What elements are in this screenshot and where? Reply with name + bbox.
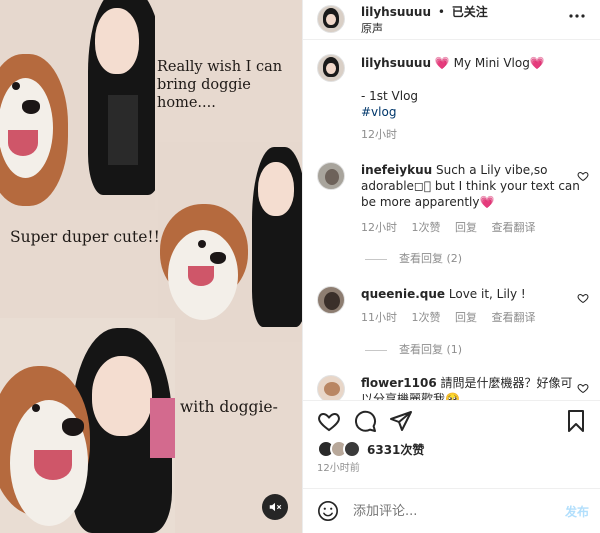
speaker-muted-icon xyxy=(269,502,282,512)
photo-dog-girl-3 xyxy=(0,318,175,533)
caption-cute: Super duper cute!! xyxy=(10,228,160,246)
view-replies-label: 查看回复 (1) xyxy=(399,343,463,356)
commenter-username[interactable]: inefeiykuu xyxy=(361,163,432,177)
caption-time: 12小时 xyxy=(361,128,397,141)
view-replies-button[interactable]: 查看回复 (1) xyxy=(365,341,462,357)
mute-button[interactable] xyxy=(262,494,288,520)
view-replies-button[interactable]: 查看回复 (2) xyxy=(365,250,462,266)
audio-subtitle[interactable]: 原声 xyxy=(361,20,383,36)
view-replies-label: 查看回复 (2) xyxy=(399,252,463,265)
author-username[interactable]: lilyhsuuuu xyxy=(361,5,431,19)
reply-button[interactable]: 回复 xyxy=(455,311,477,324)
caption-username[interactable]: lilyhsuuuu xyxy=(361,56,431,70)
comment-box: 发布 xyxy=(303,488,600,533)
commenter-avatar[interactable] xyxy=(317,162,345,190)
reply-button[interactable]: 回复 xyxy=(455,221,477,234)
post-comment-button[interactable]: 发布 xyxy=(565,503,589,520)
post-panel: lilyhsuuuu • 已关注 原声 lilyhsuuuu 💗 My Mini… xyxy=(302,0,600,533)
actions-divider xyxy=(303,400,600,401)
likes-count[interactable]: 6331次赞 xyxy=(367,441,424,458)
hashtag-link[interactable]: #vlog xyxy=(361,105,396,119)
post-caption: lilyhsuuuu 💗 My Mini Vlog💗 - 1st Vlog #v… xyxy=(303,48,600,148)
translate-button[interactable]: 查看翻译 xyxy=(492,311,536,324)
follow-status[interactable]: 已关注 xyxy=(452,5,488,19)
translate-button[interactable]: 查看翻译 xyxy=(492,221,536,234)
comment-like-icon[interactable] xyxy=(577,382,589,394)
photo-dog-girl-2 xyxy=(158,142,302,342)
comment-item: queenie.que Love it, Lily ! 11小时 1次赞 回复 … xyxy=(303,284,600,356)
comment-input[interactable] xyxy=(353,500,543,522)
comment-like-icon[interactable] xyxy=(577,170,589,182)
comment-time: 11小时 xyxy=(361,311,397,324)
commenter-username[interactable]: queenie.que xyxy=(361,287,445,301)
photo-dog-girl-1 xyxy=(0,0,155,210)
caption-text: 💗 My Mini Vlog💗 xyxy=(434,56,545,70)
post-time: 12小时前 xyxy=(317,463,360,474)
bookmark-icon[interactable] xyxy=(564,409,588,433)
comment-likes[interactable]: 1次赞 xyxy=(412,311,441,324)
caption-with-doggie: with doggie- xyxy=(180,398,278,416)
comment-item: flower1106 請問是什麼機器？好像可以分享機麗歡我🥺 xyxy=(303,372,600,400)
heart-icon[interactable] xyxy=(317,409,341,433)
commenter-avatar[interactable] xyxy=(317,375,345,400)
caption-wish: Really wish I can bring doggie home.... xyxy=(157,59,283,112)
more-horizontal-icon[interactable] xyxy=(569,13,585,19)
header-separator: • xyxy=(437,5,445,19)
comment-meta: 12小时 1次赞 回复 查看翻译 xyxy=(361,219,547,235)
comment-item: inefeiykuu Such a Lily vibe,so adorable◻… xyxy=(303,160,600,270)
liker-avatar[interactable] xyxy=(343,440,361,458)
caption-avatar[interactable] xyxy=(317,54,345,82)
commenter-username[interactable]: flower1106 xyxy=(361,376,437,390)
author-avatar[interactable] xyxy=(317,5,345,33)
emoji-icon[interactable] xyxy=(317,500,339,522)
post-media[interactable]: Really wish I can bring doggie home.... … xyxy=(0,0,302,533)
post-header: lilyhsuuuu • 已关注 原声 xyxy=(303,0,600,40)
caption-line2: - 1st Vlog xyxy=(361,89,419,103)
comment-time: 12小时 xyxy=(361,221,397,234)
comment-like-icon[interactable] xyxy=(577,292,589,304)
commenter-avatar[interactable] xyxy=(317,286,345,314)
comment-icon[interactable] xyxy=(353,409,377,433)
comment-text: Love it, Lily ! xyxy=(448,287,526,301)
comment-likes[interactable]: 1次赞 xyxy=(412,221,441,234)
comment-meta: 11小时 1次赞 回复 查看翻译 xyxy=(361,309,547,325)
send-icon[interactable] xyxy=(389,409,413,433)
